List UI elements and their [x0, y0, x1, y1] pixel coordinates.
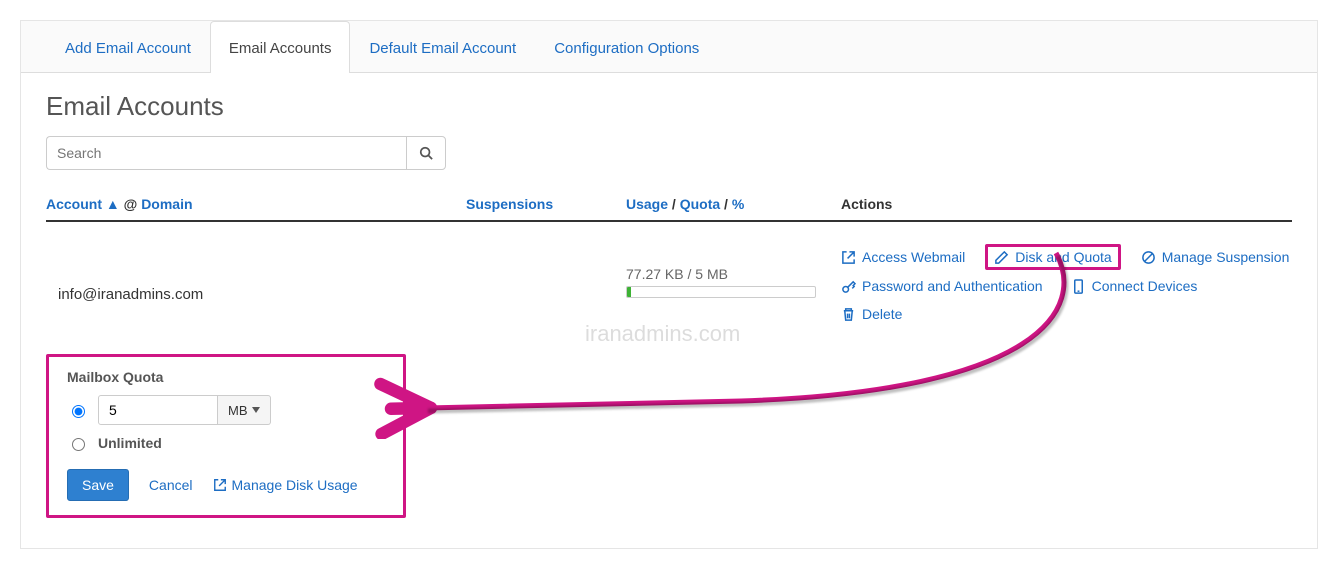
- usage-bar: [626, 286, 816, 298]
- mailbox-quota-panel: Mailbox Quota MB Unlimited Save Cancel M…: [46, 354, 406, 518]
- manage-suspension-link[interactable]: Manage Suspension: [1141, 248, 1290, 266]
- pencil-icon: [994, 250, 1009, 265]
- tab-email-accounts[interactable]: Email Accounts: [210, 21, 351, 73]
- sort-suspensions-link[interactable]: Suspensions: [466, 196, 553, 212]
- quota-unlimited-row: Unlimited: [67, 435, 385, 451]
- external-link-icon: [841, 250, 856, 265]
- sort-usage-link[interactable]: Usage: [626, 196, 668, 212]
- caret-down-icon: [252, 407, 260, 413]
- save-button[interactable]: Save: [67, 469, 129, 501]
- quota-unlimited-label: Unlimited: [98, 435, 162, 451]
- quota-unit-dropdown[interactable]: MB: [218, 395, 271, 425]
- cell-account: info@iranadmins.com: [46, 244, 466, 303]
- quota-actions-row: Save Cancel Manage Disk Usage: [67, 469, 385, 501]
- external-link-icon: [213, 478, 227, 492]
- search-icon: [419, 146, 433, 160]
- cell-actions: Access Webmail Disk and Quota Manage Sus…: [841, 244, 1292, 322]
- col-account: Account ▲ @ Domain: [46, 196, 466, 212]
- sort-percent-link[interactable]: %: [732, 196, 744, 212]
- trash-icon: [841, 307, 856, 322]
- tab-default-email[interactable]: Default Email Account: [350, 21, 535, 73]
- page-body: Email Accounts Account ▲ @ Domain Suspen…: [21, 73, 1317, 548]
- search-row: [46, 136, 1292, 170]
- sort-domain-link[interactable]: Domain: [141, 196, 192, 212]
- quota-panel-title: Mailbox Quota: [67, 369, 385, 385]
- main-container: Add Email Account Email Accounts Default…: [20, 20, 1318, 549]
- usage-text: 77.27 KB / 5 MB: [626, 266, 841, 282]
- access-webmail-link[interactable]: Access Webmail: [841, 248, 965, 266]
- cell-usage: 77.27 KB / 5 MB: [626, 244, 841, 298]
- tab-add-email[interactable]: Add Email Account: [46, 21, 210, 73]
- quota-value-input[interactable]: [98, 395, 218, 425]
- connect-devices-link[interactable]: Connect Devices: [1071, 278, 1198, 294]
- tab-config-options[interactable]: Configuration Options: [535, 21, 718, 73]
- usage-bar-fill: [627, 287, 631, 297]
- sort-account-link[interactable]: Account ▲: [46, 196, 120, 212]
- page-title: Email Accounts: [46, 91, 1292, 122]
- cancel-link[interactable]: Cancel: [149, 477, 193, 493]
- tab-bar: Add Email Account Email Accounts Default…: [21, 21, 1317, 73]
- col-usage: Usage / Quota / %: [626, 196, 841, 212]
- quota-custom-row: MB: [67, 395, 385, 425]
- table-header: Account ▲ @ Domain Suspensions Usage / Q…: [46, 188, 1292, 222]
- search-input[interactable]: [46, 136, 406, 170]
- at-separator: @: [124, 196, 138, 212]
- manage-disk-usage-link[interactable]: Manage Disk Usage: [213, 477, 358, 493]
- password-auth-link[interactable]: Password and Authentication: [841, 278, 1043, 294]
- quota-unlimited-radio[interactable]: [72, 438, 85, 451]
- disk-and-quota-link[interactable]: Disk and Quota: [985, 244, 1121, 270]
- sort-quota-link[interactable]: Quota: [680, 196, 720, 212]
- mobile-icon: [1071, 279, 1086, 294]
- quota-custom-radio[interactable]: [72, 405, 85, 418]
- key-icon: [841, 279, 856, 294]
- table-row: info@iranadmins.com 77.27 KB / 5 MB Acce…: [46, 222, 1292, 326]
- col-suspensions: Suspensions: [466, 196, 626, 212]
- delete-link[interactable]: Delete: [841, 306, 1292, 322]
- col-actions: Actions: [841, 196, 1292, 212]
- search-button[interactable]: [406, 136, 446, 170]
- ban-icon: [1141, 250, 1156, 265]
